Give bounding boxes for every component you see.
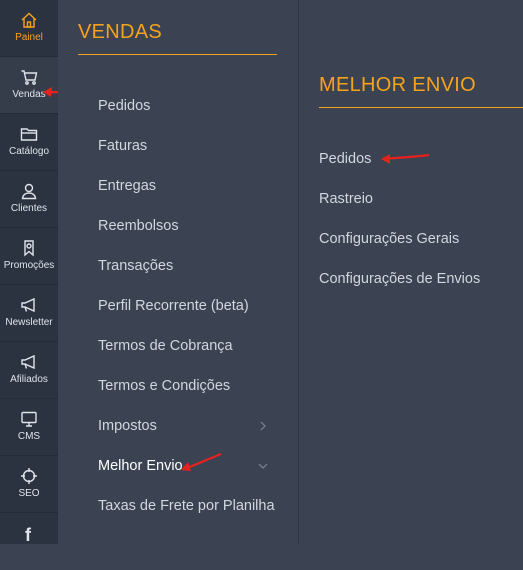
megaphone-icon xyxy=(21,297,35,313)
menu-item-entregas[interactable]: Entregas xyxy=(98,178,156,194)
annotation-arrow xyxy=(381,153,430,164)
rail-item-promocoes[interactable]: Promoções xyxy=(0,228,58,285)
menu-item-impostos[interactable]: Impostos xyxy=(98,418,157,434)
submenu-item-rastreio[interactable]: Rastreio xyxy=(319,191,373,207)
cart-icon xyxy=(21,70,38,85)
chevron-down-icon xyxy=(258,463,268,469)
rail-label: Afiliados xyxy=(10,374,48,385)
ribbon-icon xyxy=(24,240,34,257)
megaphone-icon xyxy=(21,354,35,370)
menu-item-faturas[interactable]: Faturas xyxy=(98,138,147,154)
user-icon xyxy=(21,183,37,200)
rail-label: Newsletter xyxy=(5,317,53,328)
rail-label: Painel xyxy=(15,32,43,43)
melhor-envio-title: MELHOR ENVIO xyxy=(319,74,476,96)
menu-item-termos-condicoes[interactable]: Termos e Condições xyxy=(98,378,230,394)
rail-item-painel[interactable]: Painel xyxy=(0,0,58,57)
rail-item-facebook[interactable]: f xyxy=(0,513,58,570)
rail-item-clientes[interactable]: Clientes xyxy=(0,171,58,228)
menu-item-taxas-frete[interactable]: Taxas de Frete por Planilha xyxy=(98,498,275,514)
rail-item-afiliados[interactable]: Afiliados xyxy=(0,342,58,399)
rail-item-catalogo[interactable]: Catálogo xyxy=(0,114,58,171)
rail-label: SEO xyxy=(18,488,40,499)
annotation-arrow xyxy=(181,452,222,471)
menu-item-perfil-recorrente[interactable]: Perfil Recorrente (beta) xyxy=(98,298,249,314)
rail-item-cms[interactable]: CMS xyxy=(0,399,58,456)
submenu-item-pedidos[interactable]: Pedidos xyxy=(319,151,371,167)
rail-label: Catálogo xyxy=(8,146,50,157)
icon-rail: Painel Vendas Catálogo Clientes Promoçõe… xyxy=(0,0,59,544)
menu-item-termos-cobranca[interactable]: Termos de Cobrança xyxy=(98,338,233,354)
submenu-item-configuracoes-gerais[interactable]: Configurações Gerais xyxy=(319,231,459,247)
menu-item-transacoes[interactable]: Transações xyxy=(98,258,173,274)
rail-label: Promoções xyxy=(3,260,55,271)
menu-item-pedidos[interactable]: Pedidos xyxy=(98,98,150,114)
crosshair-icon xyxy=(21,468,37,484)
rail-label: Clientes xyxy=(10,203,48,214)
chevron-right-icon xyxy=(260,421,266,431)
title-divider xyxy=(78,54,277,55)
facebook-icon: f xyxy=(25,525,32,542)
melhor-envio-panel: MELHOR ENVIO Pedidos Rastreio Configuraç… xyxy=(299,0,523,544)
rail-item-newsletter[interactable]: Newsletter xyxy=(0,285,58,342)
menu-item-reembolsos[interactable]: Reembolsos xyxy=(98,218,179,234)
rail-item-seo[interactable]: SEO xyxy=(0,456,58,513)
svg-text:f: f xyxy=(25,525,32,542)
rail-label: CMS xyxy=(17,431,41,442)
title-divider xyxy=(319,107,523,108)
vendas-title: VENDAS xyxy=(78,21,163,43)
submenu-item-configuracoes-envios[interactable]: Configurações de Envios xyxy=(319,271,480,287)
menu-item-melhor-envio[interactable]: Melhor Envio xyxy=(98,458,183,474)
home-icon xyxy=(21,12,37,28)
folder-icon xyxy=(20,128,38,141)
monitor-icon xyxy=(21,411,37,427)
